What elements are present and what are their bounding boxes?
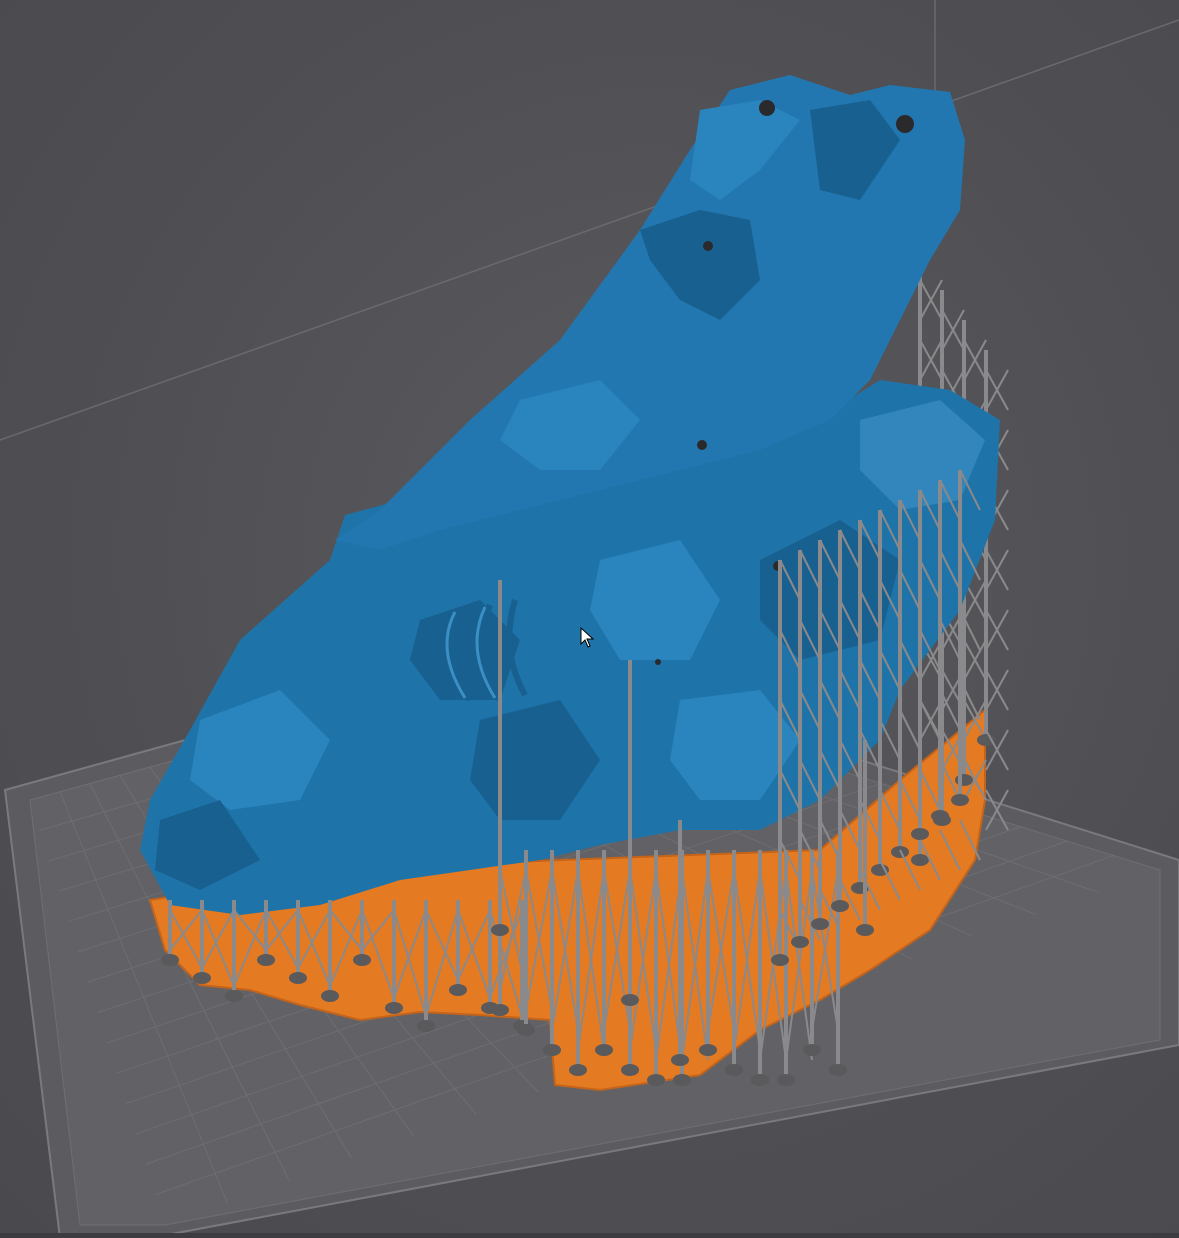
support-base — [621, 994, 639, 1006]
support-base — [777, 1074, 795, 1086]
support-base — [803, 1044, 821, 1056]
support-base — [673, 1074, 691, 1086]
support-base — [491, 924, 509, 936]
support-brace — [879, 719, 901, 761]
support-base — [647, 1074, 665, 1086]
support-base — [621, 1064, 639, 1076]
3d-viewport[interactable] — [0, 0, 1179, 1238]
support-base — [829, 1064, 847, 1076]
support-base — [161, 954, 179, 966]
support-base — [225, 990, 243, 1002]
support-base — [517, 1024, 535, 1036]
support-base — [931, 810, 949, 822]
support-base — [385, 1002, 403, 1014]
support-base — [353, 954, 371, 966]
support-base — [699, 1044, 717, 1056]
bottom-edge — [0, 1233, 1179, 1238]
arrow-cursor-icon — [580, 627, 595, 648]
support-base — [257, 954, 275, 966]
support-base — [595, 1044, 613, 1056]
support-base — [831, 900, 849, 912]
support-base — [289, 972, 307, 984]
support-base — [911, 828, 929, 840]
scene-canvas[interactable] — [0, 0, 1179, 1238]
support-base — [911, 854, 929, 866]
support-brace — [899, 709, 921, 751]
support-base — [791, 936, 809, 948]
support-base — [321, 990, 339, 1002]
support-base — [193, 972, 211, 984]
support-base — [671, 1054, 689, 1066]
support-base — [751, 1074, 769, 1086]
support-base — [491, 1004, 509, 1016]
support-base — [543, 1044, 561, 1056]
support-base — [417, 1020, 435, 1032]
support-base — [811, 918, 829, 930]
support-base — [771, 954, 789, 966]
support-base — [951, 794, 969, 806]
support-base — [449, 984, 467, 996]
support-base — [955, 774, 973, 786]
support-base — [725, 1064, 743, 1076]
support-base — [569, 1064, 587, 1076]
support-base — [856, 924, 874, 936]
